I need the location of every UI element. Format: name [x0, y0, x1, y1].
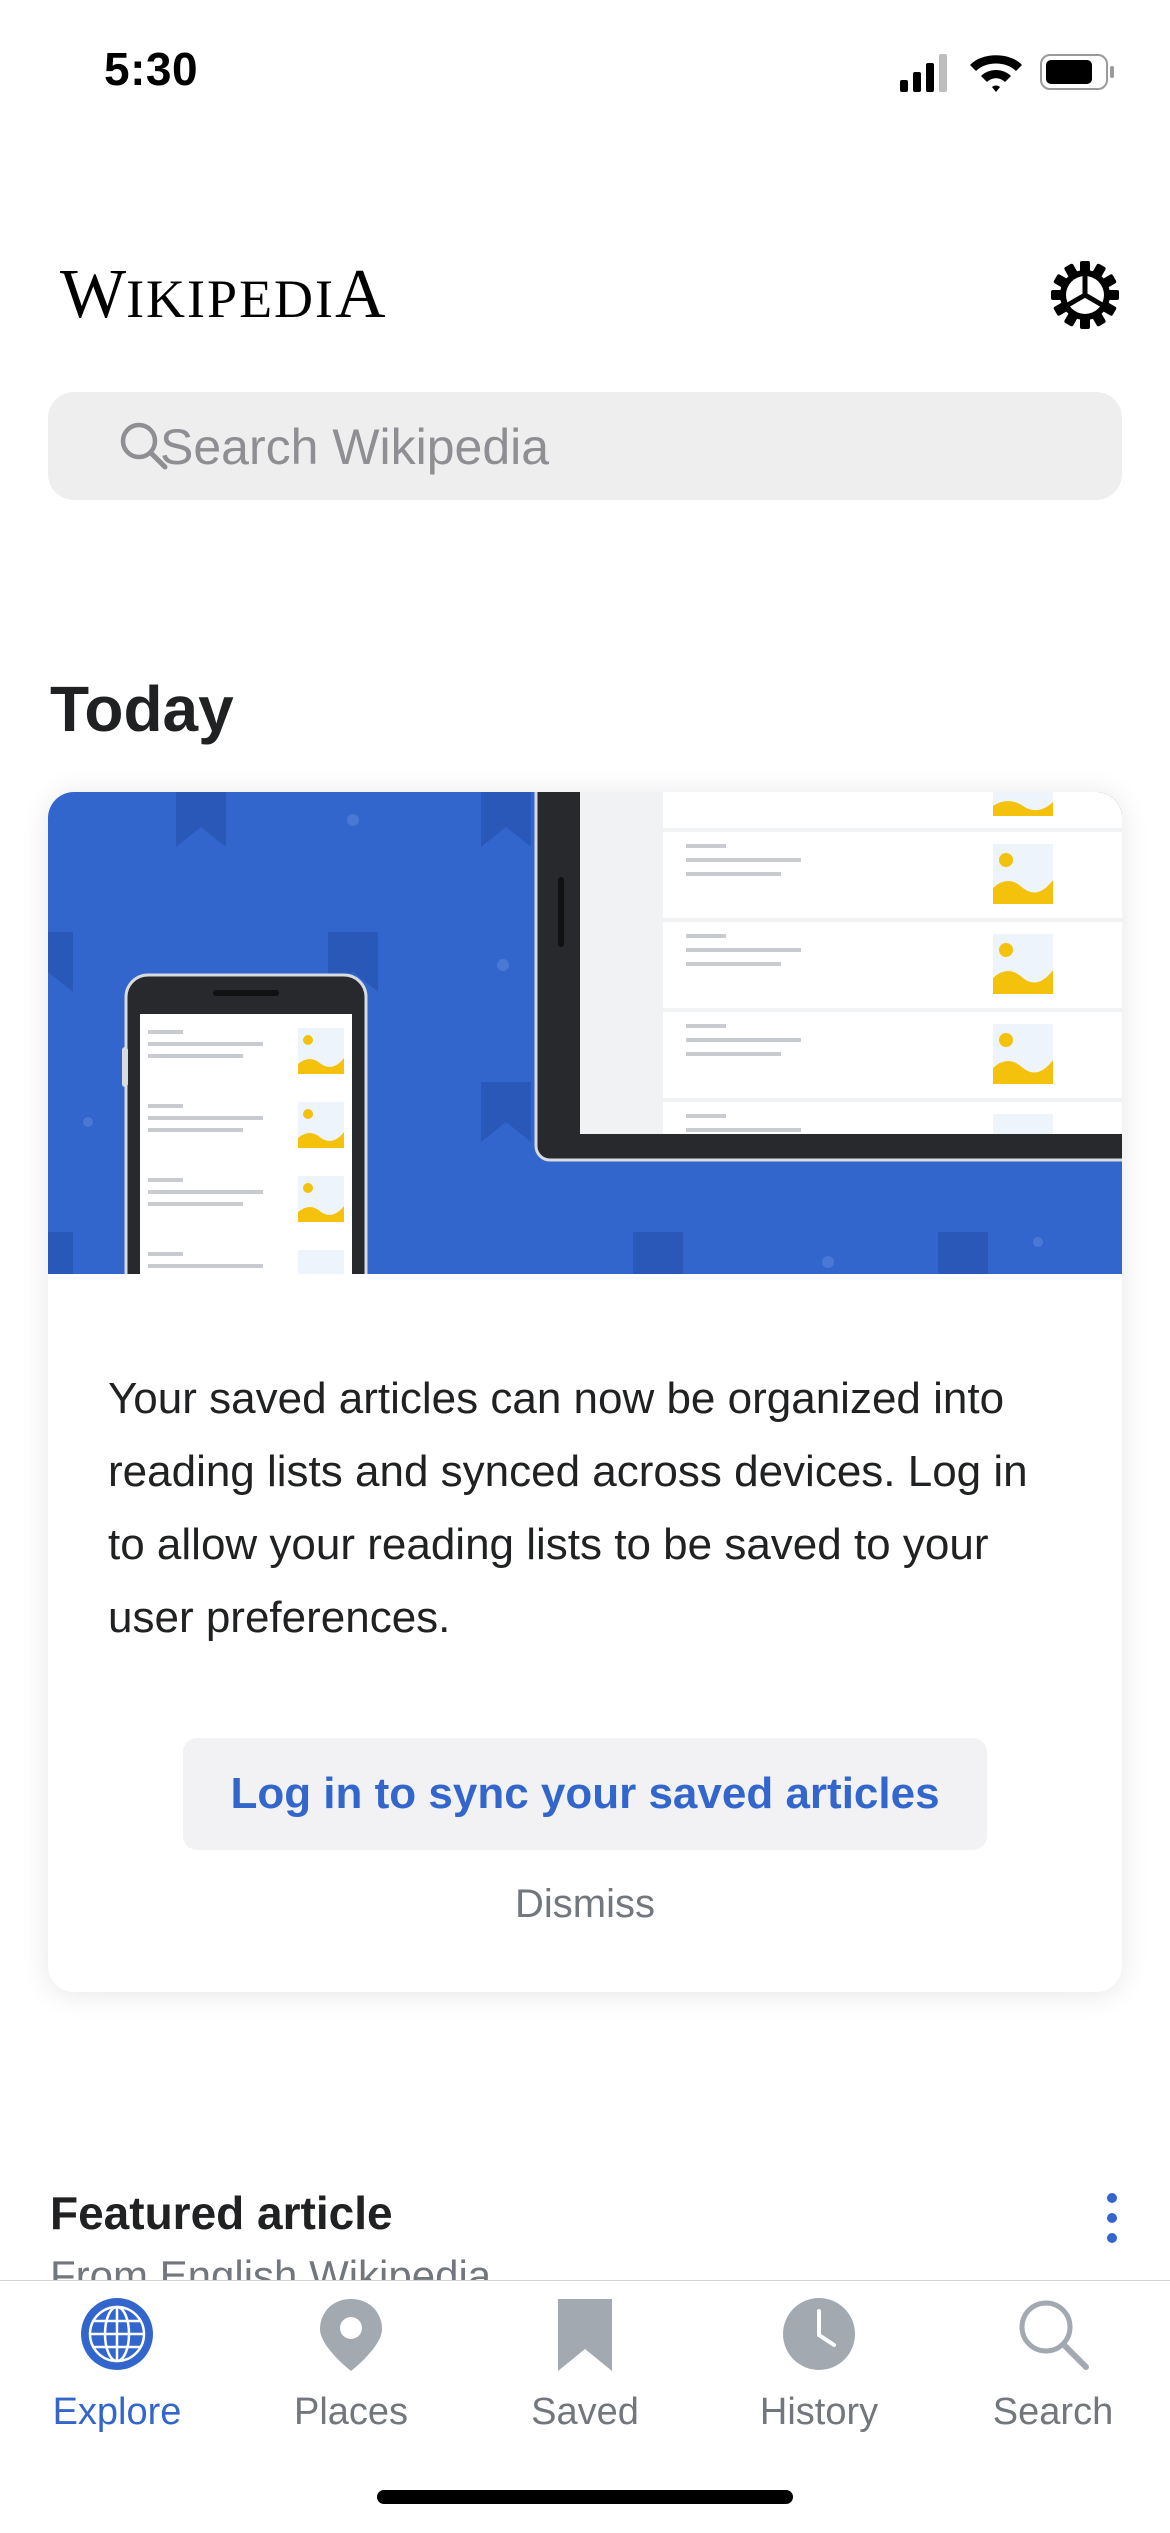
search-icon [1019, 2300, 1089, 2370]
login-sync-button[interactable]: Log in to sync your saved articles [183, 1738, 987, 1850]
map-pin-icon [320, 2299, 382, 2371]
globe-icon [81, 2298, 153, 2370]
wikipedia-wordmark: WIKIPEDIA [60, 260, 386, 330]
tab-places-label: Places [293, 2391, 409, 2433]
reading-lists-illustration [48, 792, 1122, 1274]
section-title-today: Today [50, 673, 234, 745]
wordmark-middle: IKIPEDI [126, 269, 336, 329]
tab-history[interactable]: History [702, 2295, 936, 2455]
tab-saved-label: Saved [531, 2391, 639, 2433]
home-indicator[interactable] [377, 2490, 793, 2504]
wifi-icon [970, 55, 1022, 92]
reading-lists-card: Your saved articles can now be organized… [48, 792, 1122, 1992]
card-body-text: Your saved articles can now be organized… [108, 1374, 1028, 1642]
status-icons [900, 54, 1114, 92]
search-input[interactable] [158, 392, 1062, 502]
tab-search[interactable]: Search [936, 2295, 1170, 2455]
battery-icon [1040, 54, 1114, 90]
wordmark-letter-a: A [335, 256, 386, 333]
bookmark-icon [558, 2299, 612, 2371]
clock-icon [783, 2298, 855, 2370]
tab-search-label: Search [992, 2391, 1114, 2433]
tab-history-label: History [759, 2391, 879, 2433]
status-time: 5:30 [104, 43, 199, 95]
tablet-illustration [534, 792, 1122, 1162]
wordmark-letter-w: W [60, 256, 127, 333]
tab-places[interactable]: Places [234, 2295, 468, 2455]
phone-illustration [122, 973, 368, 1274]
featured-article-title: Featured article [50, 2187, 393, 2239]
tab-saved[interactable]: Saved [468, 2295, 702, 2455]
tab-explore-label: Explore [52, 2391, 182, 2433]
cellular-signal-icon [900, 54, 947, 92]
tab-explore[interactable]: Explore [0, 2295, 234, 2455]
gear-icon[interactable] [1050, 260, 1120, 330]
search-bar[interactable] [48, 392, 1122, 502]
dismiss-button[interactable]: Dismiss [48, 1882, 1122, 1927]
more-options-icon[interactable] [1094, 2190, 1130, 2246]
